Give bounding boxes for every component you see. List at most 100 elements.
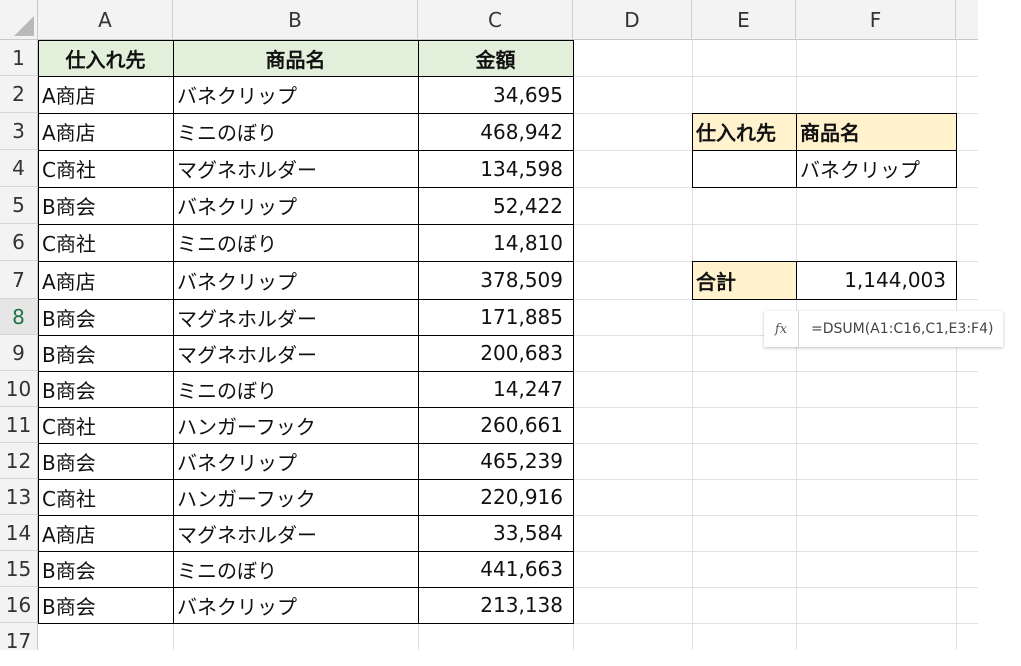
row-header-9[interactable]: 9 bbox=[0, 335, 38, 371]
table-divider bbox=[38, 299, 574, 300]
cell-a9[interactable]: B商会 bbox=[38, 335, 173, 371]
row-header-11[interactable]: 11 bbox=[0, 407, 38, 443]
cell-a3[interactable]: A商店 bbox=[38, 113, 173, 150]
table-divider bbox=[38, 261, 574, 262]
cell-a12[interactable]: B商会 bbox=[38, 443, 173, 479]
cell-b15[interactable]: ミニのぼり bbox=[173, 551, 418, 587]
column-header-a[interactable]: A bbox=[38, 0, 173, 40]
total-label[interactable]: 合計 bbox=[692, 261, 796, 299]
select-all-triangle-icon bbox=[14, 16, 34, 36]
table-divider bbox=[38, 150, 574, 151]
cell-a7[interactable]: A商店 bbox=[38, 261, 173, 299]
cell-b8[interactable]: マグネホルダー bbox=[173, 299, 418, 335]
cell-a5[interactable]: B商会 bbox=[38, 187, 173, 224]
cell-a15[interactable]: B商会 bbox=[38, 551, 173, 587]
cell-b4[interactable]: マグネホルダー bbox=[173, 150, 418, 187]
row-header-10[interactable]: 10 bbox=[0, 371, 38, 407]
criteria-header-supplier[interactable]: 仕入れ先 bbox=[692, 113, 796, 150]
table-divider bbox=[38, 443, 574, 444]
cell-c12[interactable]: 465,239 bbox=[418, 443, 573, 479]
row-header-13[interactable]: 13 bbox=[0, 479, 38, 515]
table-divider bbox=[38, 335, 574, 336]
fx-icon: fx bbox=[764, 311, 799, 347]
select-all-corner[interactable] bbox=[0, 0, 38, 40]
row-header-16[interactable]: 16 bbox=[0, 587, 38, 623]
row-header-4[interactable]: 4 bbox=[0, 150, 38, 187]
row-header-15[interactable]: 15 bbox=[0, 551, 38, 587]
table-divider bbox=[38, 113, 574, 114]
cell-c9[interactable]: 200,683 bbox=[418, 335, 573, 371]
cell-c14[interactable]: 33,584 bbox=[418, 515, 573, 551]
row-header-8[interactable]: 8 bbox=[0, 299, 38, 335]
cell-a14[interactable]: A商店 bbox=[38, 515, 173, 551]
cell-b5[interactable]: バネクリップ bbox=[173, 187, 418, 224]
cell-a16[interactable]: B商会 bbox=[38, 587, 173, 623]
cell-c6[interactable]: 14,810 bbox=[418, 224, 573, 261]
cell-a2[interactable]: A商店 bbox=[38, 76, 173, 113]
row-header-17[interactable]: 17 bbox=[0, 623, 38, 650]
row-header-1[interactable]: 1 bbox=[0, 40, 38, 76]
cell-b13[interactable]: ハンガーフック bbox=[173, 479, 418, 515]
cell-a6[interactable]: C商社 bbox=[38, 224, 173, 261]
table-divider bbox=[796, 261, 797, 300]
cell-c16[interactable]: 213,138 bbox=[418, 587, 573, 623]
cell-c4[interactable]: 134,598 bbox=[418, 150, 573, 187]
header-amount[interactable]: 金額 bbox=[418, 40, 573, 76]
criteria-header-product[interactable]: 商品名 bbox=[796, 113, 956, 150]
cell-b11[interactable]: ハンガーフック bbox=[173, 407, 418, 443]
table-divider bbox=[38, 371, 574, 372]
cell-b3[interactable]: ミニのぼり bbox=[173, 113, 418, 150]
cell-b7[interactable]: バネクリップ bbox=[173, 261, 418, 299]
row-header-3[interactable]: 3 bbox=[0, 113, 38, 150]
cell-a10[interactable]: B商会 bbox=[38, 371, 173, 407]
cell-c5[interactable]: 52,422 bbox=[418, 187, 573, 224]
column-header-f[interactable]: F bbox=[796, 0, 956, 40]
table-divider bbox=[38, 551, 574, 552]
table-divider bbox=[418, 40, 419, 624]
row-header-14[interactable]: 14 bbox=[0, 515, 38, 551]
cell-b14[interactable]: マグネホルダー bbox=[173, 515, 418, 551]
formula-tooltip: fx =DSUM(A1:C16,C1,E3:F4) bbox=[764, 311, 1003, 347]
header-product[interactable]: 商品名 bbox=[173, 40, 418, 76]
cell-a8[interactable]: B商会 bbox=[38, 299, 173, 335]
row-header-2[interactable]: 2 bbox=[0, 76, 38, 113]
cell-a11[interactable]: C商社 bbox=[38, 407, 173, 443]
table-divider bbox=[38, 479, 574, 480]
column-header-d[interactable]: D bbox=[573, 0, 692, 40]
criteria-product-value[interactable]: バネクリップ bbox=[796, 150, 956, 187]
cell-a4[interactable]: C商社 bbox=[38, 150, 173, 187]
column-header-c[interactable]: C bbox=[418, 0, 573, 40]
cell-c8[interactable]: 171,885 bbox=[418, 299, 573, 335]
cell-b6[interactable]: ミニのぼり bbox=[173, 224, 418, 261]
row-header-5[interactable]: 5 bbox=[0, 187, 38, 224]
column-header-b[interactable]: B bbox=[173, 0, 418, 40]
cell-c15[interactable]: 441,663 bbox=[418, 551, 573, 587]
cell-c11[interactable]: 260,661 bbox=[418, 407, 573, 443]
row-header-12[interactable]: 12 bbox=[0, 443, 38, 479]
table-divider bbox=[38, 76, 574, 77]
table-divider bbox=[38, 407, 574, 408]
cell-c13[interactable]: 220,916 bbox=[418, 479, 573, 515]
cell-b12[interactable]: バネクリップ bbox=[173, 443, 418, 479]
row-header-7[interactable]: 7 bbox=[0, 261, 38, 299]
cell-a13[interactable]: C商社 bbox=[38, 479, 173, 515]
row-header-6[interactable]: 6 bbox=[0, 224, 38, 261]
cell-c10[interactable]: 14,247 bbox=[418, 371, 573, 407]
cell-c7[interactable]: 378,509 bbox=[418, 261, 573, 299]
total-value[interactable]: 1,144,003 bbox=[796, 261, 956, 299]
cell-b10[interactable]: ミニのぼり bbox=[173, 371, 418, 407]
cell-c2[interactable]: 34,695 bbox=[418, 76, 573, 113]
cell-b9[interactable]: マグネホルダー bbox=[173, 335, 418, 371]
header-supplier[interactable]: 仕入れ先 bbox=[38, 40, 173, 76]
formula-text: =DSUM(A1:C16,C1,E3:F4) bbox=[811, 321, 994, 337]
table-divider bbox=[38, 224, 574, 225]
table-divider bbox=[38, 187, 574, 188]
column-header-e[interactable]: E bbox=[692, 0, 796, 40]
cell-b16[interactable]: バネクリップ bbox=[173, 587, 418, 623]
cell-b2[interactable]: バネクリップ bbox=[173, 76, 418, 113]
table-divider bbox=[692, 150, 957, 151]
criteria-supplier-value[interactable] bbox=[692, 150, 796, 187]
gridline bbox=[38, 623, 978, 624]
column-header-g[interactable] bbox=[956, 0, 978, 40]
cell-c3[interactable]: 468,942 bbox=[418, 113, 573, 150]
